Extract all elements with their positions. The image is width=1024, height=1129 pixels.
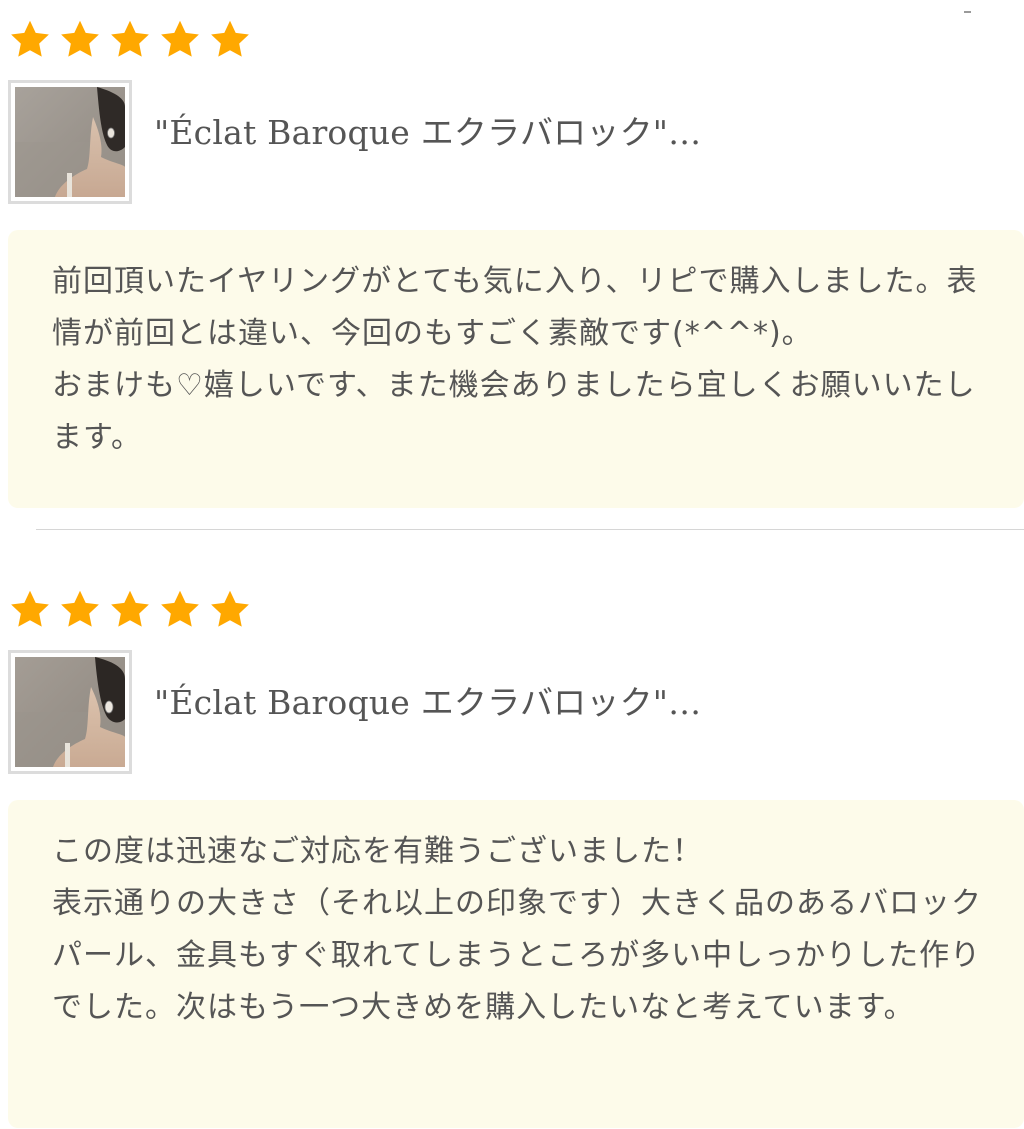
product-name-link[interactable]: "Éclat Baroque エクラバロック"… bbox=[154, 106, 701, 154]
review-comment-text: 前回頂いたイヤリングがとても気に入り、リピで購入しました。表情が前回とは違い、今… bbox=[52, 264, 978, 455]
star-icon bbox=[208, 588, 252, 632]
star-icon bbox=[158, 588, 202, 632]
star-icon bbox=[108, 18, 152, 62]
product-name-link[interactable]: "Éclat Baroque エクラバロック"… bbox=[154, 676, 701, 724]
review-comment-box: この度は迅速なご対応を有難うございました！ 表示通りの大きさ（それ以上の印象です… bbox=[8, 800, 1024, 1128]
star-icon bbox=[58, 588, 102, 632]
star-icon bbox=[58, 18, 102, 62]
star-icon bbox=[208, 18, 252, 62]
review-comment-text: この度は迅速なご対応を有難うございました！ 表示通りの大きさ（それ以上の印象です… bbox=[52, 834, 982, 1025]
corner-mark bbox=[964, 11, 971, 13]
star-icon bbox=[108, 588, 152, 632]
star-icon bbox=[8, 18, 52, 62]
product-photo bbox=[15, 657, 125, 767]
star-icon bbox=[8, 588, 52, 632]
review-comment-box: 前回頂いたイヤリングがとても気に入り、リピで購入しました。表情が前回とは違い、今… bbox=[8, 230, 1024, 508]
star-rating bbox=[8, 588, 252, 632]
product-photo bbox=[15, 87, 125, 197]
review-divider bbox=[36, 529, 1024, 530]
product-thumbnail[interactable] bbox=[8, 80, 132, 204]
star-icon bbox=[158, 18, 202, 62]
product-thumbnail[interactable] bbox=[8, 650, 132, 774]
star-rating bbox=[8, 18, 252, 62]
